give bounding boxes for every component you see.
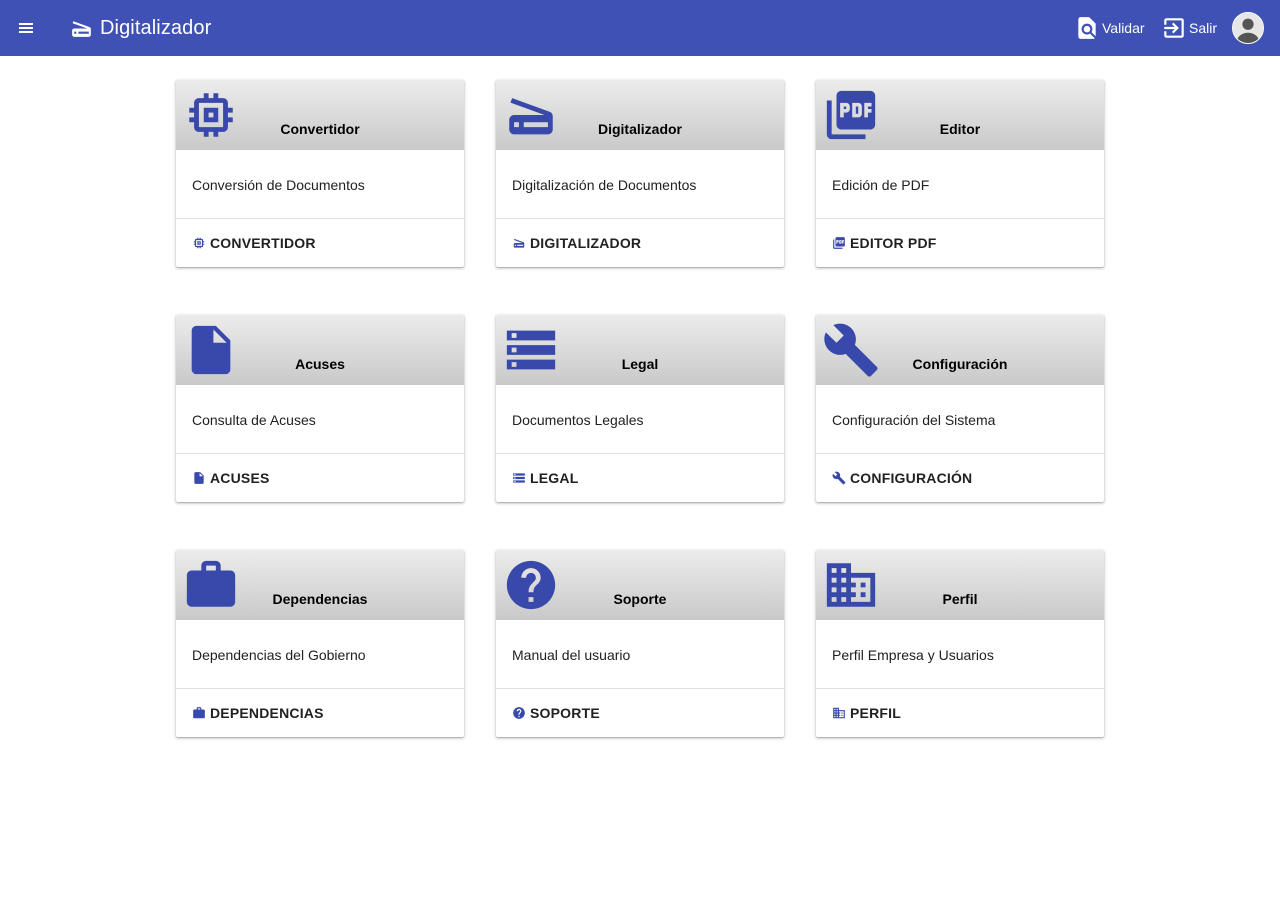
scanner-icon bbox=[513, 238, 525, 248]
storage-icon bbox=[513, 473, 525, 483]
action-label: SOPORTE bbox=[530, 705, 600, 721]
card-description: Edición de PDF bbox=[832, 177, 930, 193]
card-convertidor: Convertidor Conversión de Documentos CON… bbox=[176, 80, 464, 267]
find-in-page-icon bbox=[1078, 17, 1096, 39]
document-icon bbox=[194, 472, 204, 484]
scanner-icon bbox=[72, 21, 91, 37]
divider bbox=[176, 218, 464, 219]
card-title: Perfil bbox=[942, 591, 978, 607]
soporte-button[interactable]: SOPORTE bbox=[512, 703, 600, 723]
action-label: ACUSES bbox=[210, 470, 270, 486]
card-title: Configuración bbox=[912, 356, 1008, 372]
help-icon bbox=[513, 707, 525, 719]
pdf-icon bbox=[833, 237, 845, 249]
card-title: Dependencias bbox=[272, 591, 368, 607]
acuses-button[interactable]: ACUSES bbox=[192, 468, 270, 488]
action-label: CONFIGURACIÓN bbox=[850, 470, 973, 486]
card-description: Manual del usuario bbox=[512, 647, 631, 663]
divider bbox=[496, 218, 784, 219]
card-header: Acuses bbox=[176, 315, 464, 385]
card-title: Editor bbox=[939, 121, 981, 137]
action-label: EDITOR PDF bbox=[850, 235, 937, 251]
card-header: Convertidor bbox=[176, 80, 464, 150]
divider bbox=[176, 453, 464, 454]
card-description: Dependencias del Gobierno bbox=[192, 647, 366, 663]
divider bbox=[496, 688, 784, 689]
user-avatar-icon bbox=[1233, 13, 1263, 43]
card-acuses: Acuses Consulta de Acuses ACUSES bbox=[176, 315, 464, 502]
card-digitalizador: Digitalizador Digitalización de Document… bbox=[496, 80, 784, 267]
action-label: PERFIL bbox=[850, 705, 901, 721]
card-header: Perfil bbox=[816, 550, 1104, 620]
divider bbox=[816, 218, 1104, 219]
card-header: Digitalizador bbox=[496, 80, 784, 150]
card-description: Configuración del Sistema bbox=[832, 412, 996, 428]
card-title: Acuses bbox=[295, 356, 345, 372]
salir-label: Salir bbox=[1189, 20, 1218, 36]
app-bar: Digitalizador Validar Salir bbox=[0, 0, 1280, 56]
card-perfil: Perfil Perfil Empresa y Usuarios PERFIL bbox=[816, 550, 1104, 737]
card-description: Digitalización de Documentos bbox=[512, 177, 697, 193]
divider bbox=[176, 688, 464, 689]
card-title: Soporte bbox=[613, 591, 667, 607]
exit-to-app-icon bbox=[1164, 18, 1184, 38]
configuracion-button[interactable]: CONFIGURACIÓN bbox=[832, 468, 972, 488]
avatar[interactable] bbox=[1232, 12, 1264, 44]
action-label: LEGAL bbox=[530, 470, 579, 486]
card-dependencias: Dependencias Dependencias del Gobierno D… bbox=[176, 550, 464, 737]
action-label: CONVERTIDOR bbox=[210, 235, 316, 251]
card-description: Consulta de Acuses bbox=[192, 412, 316, 428]
validar-button[interactable]: Validar bbox=[1074, 14, 1145, 42]
card-editor: Editor Edición de PDF EDITOR PDF bbox=[816, 80, 1104, 267]
card-description: Perfil Empresa y Usuarios bbox=[832, 647, 994, 663]
business-icon bbox=[833, 707, 845, 719]
editor-pdf-button[interactable]: EDITOR PDF bbox=[832, 233, 937, 253]
wrench-icon bbox=[832, 471, 846, 485]
briefcase-icon bbox=[193, 707, 205, 719]
card-soporte: Soporte Manual del usuario SOPORTE bbox=[496, 550, 784, 737]
card-header: Soporte bbox=[496, 550, 784, 620]
card-description: Conversión de Documentos bbox=[192, 177, 365, 193]
card-title: Convertidor bbox=[280, 121, 360, 137]
app-title: Digitalizador bbox=[100, 17, 212, 39]
validar-label: Validar bbox=[1102, 20, 1145, 36]
card-title: Digitalizador bbox=[597, 121, 682, 137]
card-header: Legal bbox=[496, 315, 784, 385]
digitalizador-button[interactable]: DIGITALIZADOR bbox=[512, 233, 641, 253]
card-legal: Legal Documentos Legales LEGAL bbox=[496, 315, 784, 502]
legal-button[interactable]: LEGAL bbox=[512, 468, 578, 488]
action-label: DIGITALIZADOR bbox=[530, 235, 642, 251]
divider bbox=[816, 453, 1104, 454]
card-header: Configuración bbox=[816, 315, 1104, 385]
card-description: Documentos Legales bbox=[512, 412, 644, 428]
dependencias-button[interactable]: DEPENDENCIAS bbox=[192, 703, 324, 723]
salir-button[interactable]: Salir bbox=[1161, 14, 1217, 42]
convertidor-button[interactable]: CONVERTIDOR bbox=[192, 233, 316, 253]
divider bbox=[816, 688, 1104, 689]
card-header: Dependencias bbox=[176, 550, 464, 620]
perfil-button[interactable]: PERFIL bbox=[832, 703, 901, 723]
menu-icon[interactable] bbox=[14, 16, 38, 40]
card-title: Legal bbox=[621, 356, 659, 372]
card-configuracion: Configuración Configuración del Sistema … bbox=[816, 315, 1104, 502]
memory-chip-icon bbox=[193, 237, 205, 249]
card-header: Editor bbox=[816, 80, 1104, 150]
action-label: DEPENDENCIAS bbox=[210, 705, 324, 721]
divider bbox=[496, 453, 784, 454]
